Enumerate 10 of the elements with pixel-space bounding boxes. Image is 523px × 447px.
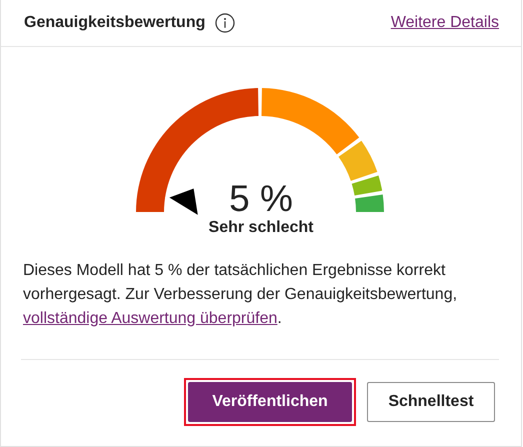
score-value: 5 % xyxy=(229,179,293,219)
quick-test-button[interactable]: Schnelltest xyxy=(367,382,495,422)
review-link[interactable]: vollständige Auswertung überprüfen xyxy=(23,310,278,327)
pointer-icon xyxy=(164,186,200,216)
score-rating: Sehr schlecht xyxy=(208,219,314,237)
info-icon[interactable] xyxy=(215,13,236,33)
details-link[interactable]: Weitere Details xyxy=(390,14,499,32)
publish-button[interactable]: Veröffentlichen xyxy=(188,382,352,422)
description-text: Dieses Modell hat 5 % der tatsächlichen Ergebnisse korrekt vorhergesagt. Zur Verbesserung der Genauigkeitsbewertung, vollständige Auswertung überprüfen. xyxy=(23,261,458,329)
card-title: Genauigkeitsbewertung xyxy=(24,14,206,32)
